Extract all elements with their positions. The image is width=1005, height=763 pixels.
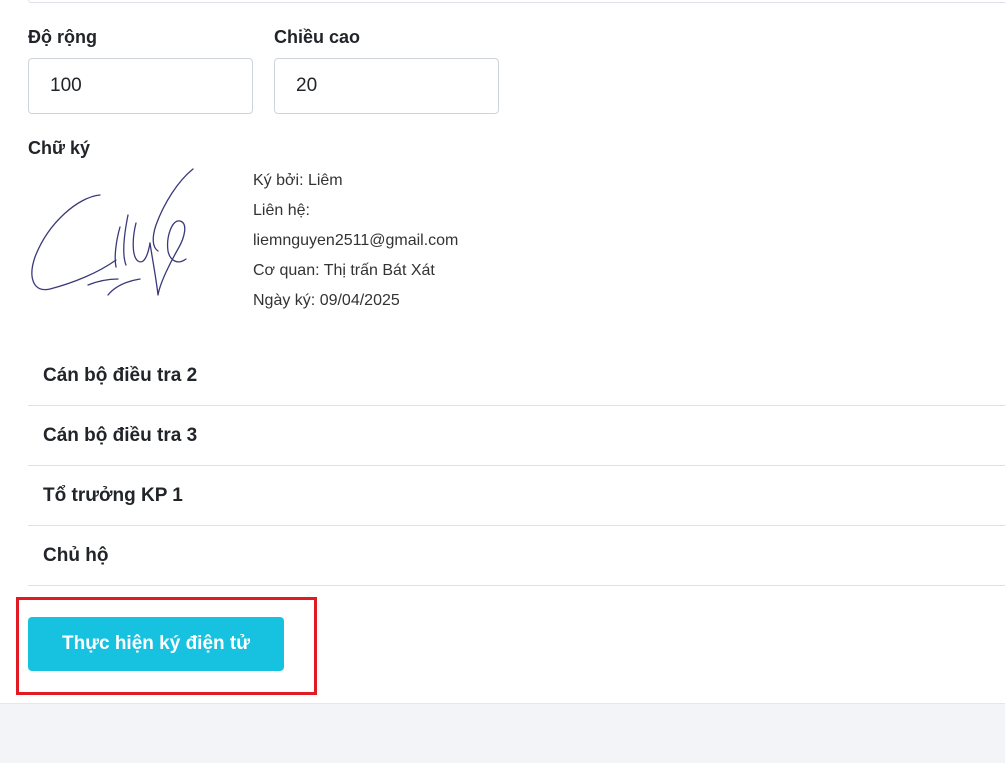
section-chu-ho[interactable]: Chủ hộ — [28, 526, 1005, 586]
electronic-sign-button[interactable]: Thực hiện ký điện tử — [28, 617, 284, 671]
signer-section-list: Cán bộ điều tra 2 Cán bộ điều tra 3 Tổ t… — [28, 346, 1005, 586]
signed-by-text: Ký bởi: Liêm — [253, 172, 343, 189]
width-label: Độ rộng — [28, 27, 97, 47]
section-can-bo-dieu-tra-2[interactable]: Cán bộ điều tra 2 — [28, 346, 1005, 406]
organization-text: Cơ quan: Thị trấn Bát Xát — [253, 262, 435, 279]
width-input[interactable] — [28, 58, 253, 114]
contact-label: Liên hệ: — [253, 202, 310, 219]
previous-card-edge — [28, 0, 1005, 3]
signature-info: Ký bởi: Liêm Liên hệ: liemnguyen2511@gma… — [253, 166, 479, 316]
contact-email: liemnguyen2511@gmail.com — [253, 232, 459, 249]
section-can-bo-dieu-tra-3[interactable]: Cán bộ điều tra 3 — [28, 406, 1005, 466]
height-label: Chiều cao — [274, 27, 361, 47]
section-to-truong-kp-1[interactable]: Tổ trưởng KP 1 — [28, 466, 1005, 526]
signature-label: Chữ ký — [28, 138, 91, 158]
signature-image — [31, 168, 194, 296]
page-footer-area — [0, 703, 1005, 763]
sign-date-text: Ngày ký: 09/04/2025 — [253, 292, 400, 309]
height-input[interactable] — [274, 58, 499, 114]
